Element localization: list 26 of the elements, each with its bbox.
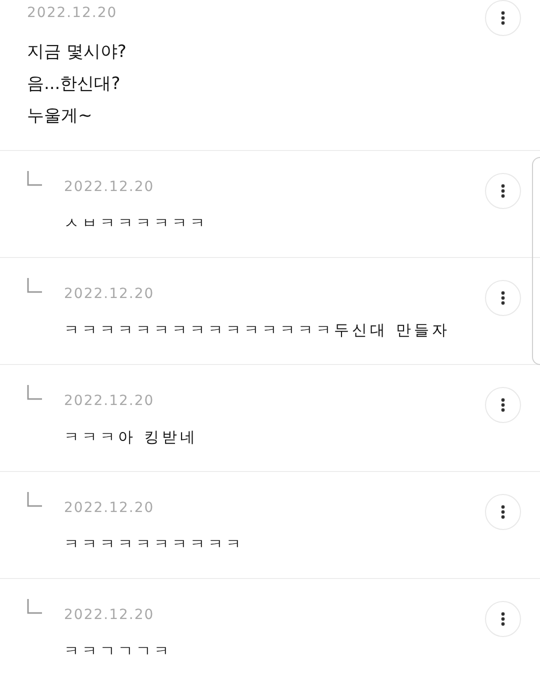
reply-date: 2022.12.20 <box>64 180 156 194</box>
reply-text: ㅋㅋㅋㅋㅋㅋㅋㅋㅋㅋ <box>64 534 245 555</box>
post-text: 음...한신대? <box>27 73 122 96</box>
more-options-button[interactable] <box>485 387 521 423</box>
reply-date: 2022.12.20 <box>64 608 156 622</box>
more-options-button[interactable] <box>485 494 521 530</box>
post-text: 누울게~ <box>27 105 94 128</box>
post-text: 지금 몇시야? <box>27 41 126 64</box>
more-icon <box>501 184 505 198</box>
more-icon <box>501 11 505 25</box>
reply-text: ㅅㅂㅋㅋㅋㅋㅋㅋ <box>64 213 209 234</box>
reply-text: ㅋㅋㄱㄱㄱㅋ <box>64 641 173 662</box>
more-icon <box>501 398 505 412</box>
reply-date: 2022.12.20 <box>64 394 156 408</box>
reply-date: 2022.12.20 <box>64 501 156 515</box>
more-options-button[interactable] <box>485 280 521 316</box>
reply-text: ㅋㅋㅋ아 킹받네 <box>64 427 199 448</box>
reply-date: 2022.12.20 <box>64 287 156 301</box>
more-icon <box>501 505 505 519</box>
more-icon <box>501 612 505 626</box>
post-date: 2022.12.20 <box>27 6 118 20</box>
more-options-button[interactable] <box>485 601 521 637</box>
more-options-button[interactable] <box>485 0 521 36</box>
reply-text: ㅋㅋㅋㅋㅋㅋㅋㅋㅋㅋㅋㅋㅋㅋㅋ두신대 만들자 <box>64 320 451 341</box>
more-icon <box>501 291 505 305</box>
more-options-button[interactable] <box>485 173 521 209</box>
